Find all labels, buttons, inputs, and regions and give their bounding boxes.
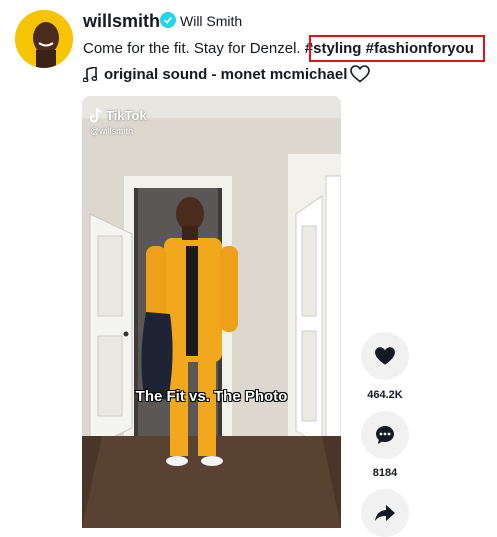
like-button[interactable]: [361, 332, 409, 380]
comment-count: 8184: [372, 467, 398, 479]
hashtag-highlight-box: [309, 35, 485, 62]
avatar[interactable]: [15, 10, 73, 68]
verified-badge-icon: [160, 12, 176, 28]
video-player[interactable]: TikTok @willsmith The Fit vs. The Photo: [82, 96, 341, 528]
heart-outline-icon[interactable]: [350, 65, 370, 83]
video-frame: [82, 96, 341, 528]
comment-button[interactable]: [361, 411, 409, 459]
watermark-handle: @willsmith: [90, 126, 134, 136]
like-count: 464.2K: [367, 389, 403, 401]
author-username[interactable]: willsmith: [83, 11, 160, 32]
author-nickname: Will Smith: [180, 13, 243, 29]
tiktok-watermark: TikTok: [106, 108, 147, 123]
comment-icon: [376, 426, 394, 444]
share-button[interactable]: [361, 489, 409, 537]
share-icon: [375, 505, 395, 521]
music-note-icon: [83, 67, 97, 82]
video-overlay-text: The Fit vs. The Photo: [135, 388, 288, 405]
caption-text: Come for the fit. Stay for Denzel.: [83, 40, 301, 57]
heart-icon: [375, 347, 395, 365]
music-link[interactable]: original sound - monet mcmichael: [104, 66, 347, 83]
tiktok-logo-icon: [90, 107, 102, 123]
